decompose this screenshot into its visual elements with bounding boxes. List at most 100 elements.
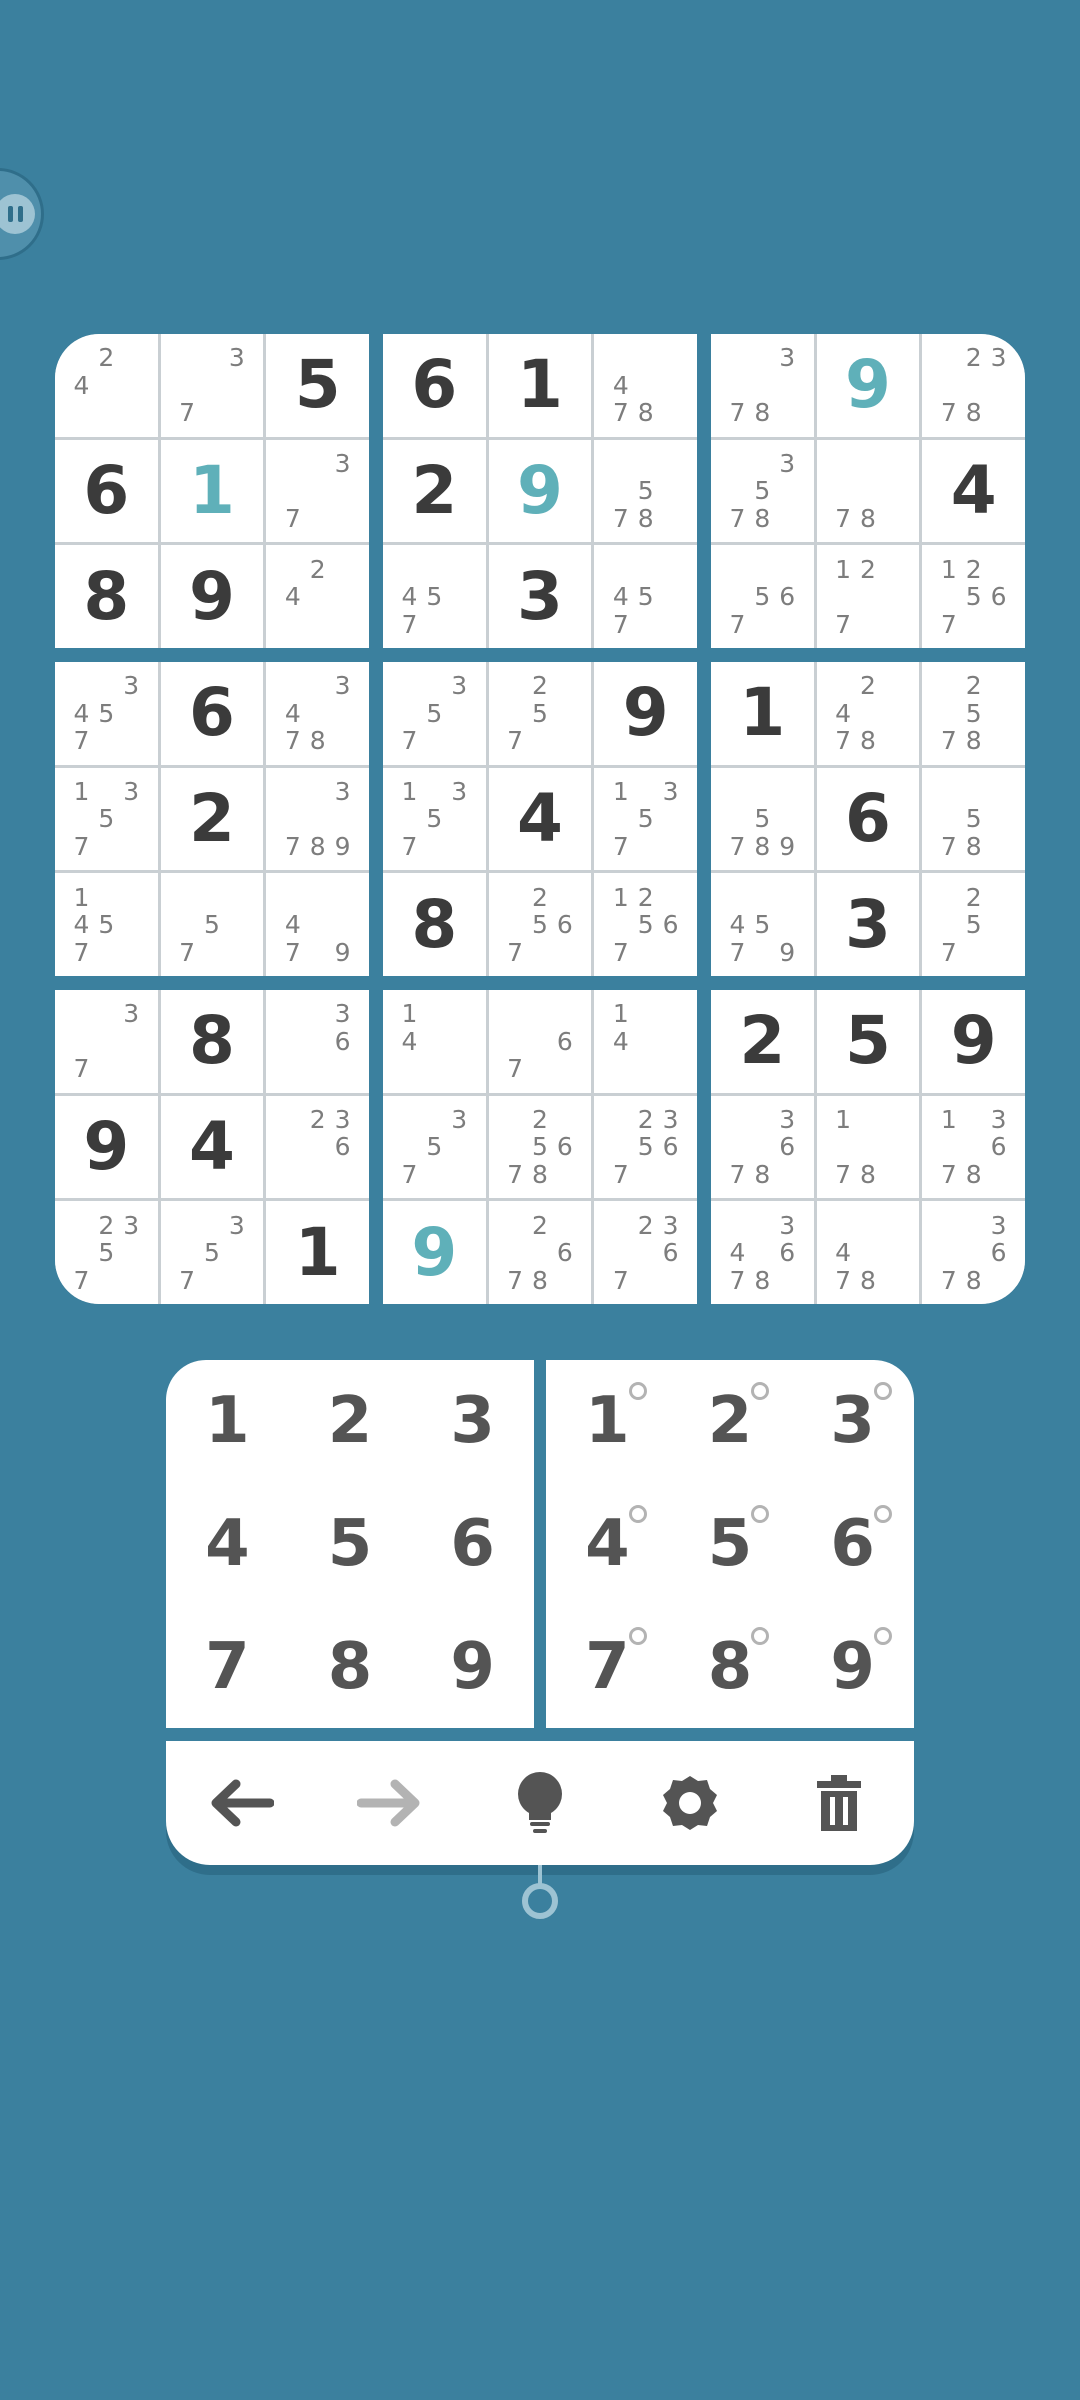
note-key[interactable]: 6 bbox=[791, 1483, 914, 1606]
sudoku-cell[interactable]: 5789 bbox=[711, 767, 814, 871]
sudoku-cell[interactable]: 2 bbox=[383, 439, 486, 543]
sudoku-cell[interactable]: 1 357 bbox=[594, 767, 697, 871]
sudoku-cell[interactable]: 578 bbox=[594, 439, 697, 543]
sudoku-cell[interactable]: 24 bbox=[55, 334, 158, 437]
sudoku-cell[interactable]: 9 bbox=[594, 662, 697, 765]
number-key[interactable]: 9 bbox=[411, 1605, 534, 1728]
number-key[interactable]: 6 bbox=[411, 1483, 534, 1606]
sudoku-cell[interactable]: 3 78 bbox=[711, 334, 814, 437]
sudoku-cell[interactable]: 1256 7 bbox=[922, 545, 1025, 648]
sudoku-cell[interactable]: 9 bbox=[55, 1095, 158, 1199]
sudoku-cell[interactable]: 127 bbox=[816, 545, 920, 648]
sudoku-cell[interactable]: 67 bbox=[488, 990, 592, 1093]
sudoku-cell[interactable]: 236 7 bbox=[594, 1201, 697, 1304]
sudoku-cell[interactable]: 4 bbox=[922, 439, 1025, 543]
sudoku-cell[interactable]: 257 bbox=[488, 662, 592, 765]
sudoku-cell[interactable]: 6 bbox=[55, 439, 158, 543]
sudoku-cell[interactable]: 2 bbox=[160, 767, 264, 871]
note-key[interactable]: 2 bbox=[669, 1360, 792, 1483]
sudoku-cell[interactable]: 357 bbox=[383, 1095, 486, 1199]
sudoku-cell[interactable]: 478 bbox=[594, 334, 697, 437]
sudoku-cell[interactable]: 1 bbox=[266, 1201, 369, 1304]
note-key[interactable]: 9 bbox=[791, 1605, 914, 1728]
sudoku-cell[interactable]: 5 bbox=[266, 334, 369, 437]
number-key[interactable]: 8 bbox=[289, 1605, 412, 1728]
settings-button[interactable] bbox=[650, 1763, 730, 1843]
sudoku-cell[interactable]: 9 bbox=[816, 334, 920, 437]
sudoku-cell[interactable]: 457 bbox=[594, 545, 697, 648]
sudoku-cell[interactable]: 3 4 6 78 bbox=[711, 1201, 814, 1304]
sudoku-cell[interactable]: 37 bbox=[55, 990, 158, 1093]
sudoku-cell[interactable]: 457 9 bbox=[711, 873, 814, 976]
sudoku-cell[interactable]: 24 bbox=[266, 545, 369, 648]
sudoku-cell[interactable]: 9 bbox=[922, 990, 1025, 1093]
sudoku-cell[interactable]: 47 9 bbox=[266, 873, 369, 976]
note-key[interactable]: 8 bbox=[669, 1605, 792, 1728]
number-key[interactable]: 5 bbox=[289, 1483, 412, 1606]
sudoku-cell[interactable]: 14 bbox=[594, 990, 697, 1093]
number-key[interactable]: 4 bbox=[166, 1483, 289, 1606]
sudoku-cell[interactable]: 8 bbox=[160, 990, 264, 1093]
sudoku-cell[interactable]: 2356 7 bbox=[594, 1095, 697, 1199]
sudoku-cell[interactable]: 257 bbox=[922, 873, 1025, 976]
number-key[interactable]: 1 bbox=[166, 1360, 289, 1483]
number-key[interactable]: 3 bbox=[411, 1360, 534, 1483]
sudoku-cell[interactable]: 1 357 bbox=[55, 767, 158, 871]
sudoku-cell[interactable]: 56 7 bbox=[711, 545, 814, 648]
sudoku-cell[interactable]: 3 478 bbox=[266, 662, 369, 765]
delete-button[interactable] bbox=[799, 1763, 879, 1843]
sudoku-cell[interactable]: 3 bbox=[488, 545, 592, 648]
number-key[interactable]: 2 bbox=[289, 1360, 412, 1483]
sudoku-cell[interactable]: 9 bbox=[488, 439, 592, 543]
sudoku-cell[interactable]: 578 bbox=[922, 767, 1025, 871]
sudoku-cell[interactable]: 37 bbox=[266, 439, 369, 543]
hint-button[interactable] bbox=[500, 1763, 580, 1843]
sudoku-cell[interactable]: 236 bbox=[266, 1095, 369, 1199]
sudoku-cell[interactable]: 357 bbox=[160, 1201, 264, 1304]
sudoku-cell[interactable]: 2578 bbox=[922, 662, 1025, 765]
note-key[interactable]: 3 bbox=[791, 1360, 914, 1483]
sudoku-cell[interactable]: 357 bbox=[383, 662, 486, 765]
sudoku-cell[interactable]: 256 7 bbox=[488, 873, 592, 976]
sudoku-cell[interactable]: 6 bbox=[816, 767, 920, 871]
slider-handle[interactable] bbox=[522, 1883, 558, 1919]
sudoku-cell[interactable]: 1 357 bbox=[383, 767, 486, 871]
sudoku-cell[interactable]: 9 bbox=[383, 1201, 486, 1304]
sudoku-cell[interactable]: 14 bbox=[383, 990, 486, 1093]
sudoku-cell[interactable]: 1457 bbox=[55, 873, 158, 976]
note-key[interactable]: 1 bbox=[546, 1360, 669, 1483]
sudoku-cell[interactable]: 457 bbox=[383, 545, 486, 648]
sudoku-cell[interactable]: 1 bbox=[160, 439, 264, 543]
sudoku-cell[interactable]: 5 bbox=[816, 990, 920, 1093]
sudoku-cell[interactable]: 23 78 bbox=[922, 334, 1025, 437]
number-key[interactable]: 7 bbox=[166, 1605, 289, 1728]
sudoku-cell[interactable]: 26 78 bbox=[488, 1201, 592, 1304]
sudoku-cell[interactable]: 2 bbox=[711, 990, 814, 1093]
pause-button[interactable] bbox=[0, 168, 44, 260]
sudoku-cell[interactable]: 256 78 bbox=[488, 1095, 592, 1199]
note-key[interactable]: 5 bbox=[669, 1483, 792, 1606]
note-key[interactable]: 7 bbox=[546, 1605, 669, 1728]
sudoku-cell[interactable]: 1 36 78 bbox=[922, 1095, 1025, 1199]
sudoku-cell[interactable]: 8 bbox=[383, 873, 486, 976]
sudoku-cell[interactable]: 1256 7 bbox=[594, 873, 697, 976]
sudoku-cell[interactable]: 478 bbox=[816, 1201, 920, 1304]
sudoku-cell[interactable]: 3 789 bbox=[266, 767, 369, 871]
sudoku-cell[interactable]: 9 bbox=[160, 545, 264, 648]
sudoku-cell[interactable]: 1 bbox=[488, 334, 592, 437]
sudoku-cell[interactable]: 3578 bbox=[711, 439, 814, 543]
sudoku-cell[interactable]: 2357 bbox=[55, 1201, 158, 1304]
sudoku-cell[interactable]: 6 bbox=[383, 334, 486, 437]
sudoku-cell[interactable]: 2478 bbox=[816, 662, 920, 765]
sudoku-cell[interactable]: 3 457 bbox=[55, 662, 158, 765]
sudoku-cell[interactable]: 37 bbox=[160, 334, 264, 437]
sudoku-cell[interactable]: 8 bbox=[55, 545, 158, 648]
sudoku-cell[interactable]: 36 78 bbox=[922, 1201, 1025, 1304]
sudoku-cell[interactable]: 36 bbox=[266, 990, 369, 1093]
undo-button[interactable] bbox=[201, 1763, 281, 1843]
note-key[interactable]: 4 bbox=[546, 1483, 669, 1606]
sudoku-cell[interactable]: 78 bbox=[816, 439, 920, 543]
redo-button[interactable] bbox=[350, 1763, 430, 1843]
sudoku-cell[interactable]: 1 78 bbox=[816, 1095, 920, 1199]
sudoku-cell[interactable]: 57 bbox=[160, 873, 264, 976]
